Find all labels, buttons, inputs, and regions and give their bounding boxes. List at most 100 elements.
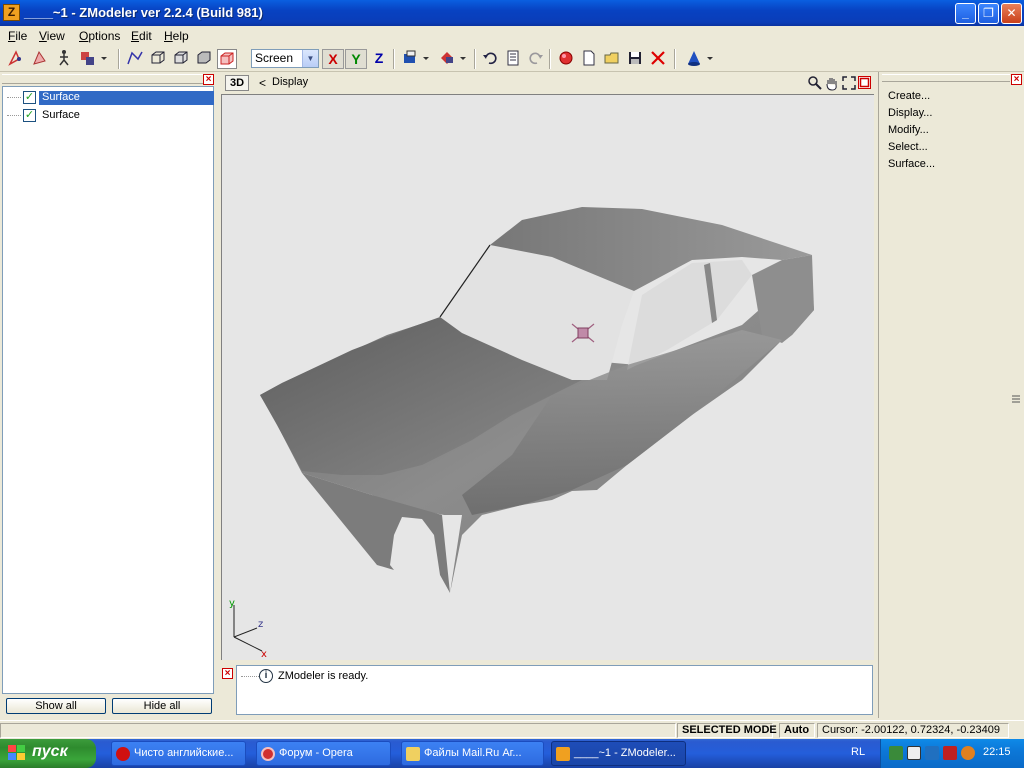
status-spacer xyxy=(0,723,676,738)
zoom-icon[interactable] xyxy=(807,75,823,91)
poly-line-icon[interactable] xyxy=(125,49,145,69)
panel-divider xyxy=(878,72,879,718)
objects-icon[interactable] xyxy=(78,49,98,69)
new-file-icon[interactable] xyxy=(579,49,599,69)
toolbar-separator xyxy=(393,49,395,69)
redo-icon[interactable] xyxy=(526,49,546,69)
box-icon[interactable] xyxy=(148,49,168,69)
pan-hand-icon[interactable] xyxy=(824,75,840,91)
zoom-extents-icon[interactable] xyxy=(841,75,857,91)
visibility-checkbox[interactable]: ✓ xyxy=(23,91,36,104)
volume-icon[interactable] xyxy=(961,746,975,760)
info-icon: i xyxy=(259,669,273,683)
toolbar-separator xyxy=(674,49,676,69)
walk-icon[interactable] xyxy=(54,49,74,69)
car-model-render[interactable]: y z x xyxy=(222,95,875,661)
cone-icon[interactable] xyxy=(684,49,704,69)
view-mode-button[interactable]: 3D xyxy=(225,75,249,91)
menu-help[interactable]: Help xyxy=(164,29,189,43)
title-bar: Z ____~1 - ZModeler ver 2.2.4 (Build 981… xyxy=(0,0,1024,26)
opera-icon xyxy=(116,747,130,761)
menu-edit[interactable]: Edit xyxy=(131,29,152,43)
axis-z-label: z xyxy=(258,619,263,630)
select-vertex-icon[interactable] xyxy=(6,49,26,69)
chevron-down-icon[interactable] xyxy=(457,49,469,69)
axis-y-toggle[interactable]: Y xyxy=(345,49,367,69)
save-icon[interactable] xyxy=(625,49,645,69)
delete-icon[interactable] xyxy=(648,49,668,69)
box-solid-icon[interactable] xyxy=(194,49,214,69)
nav-back-button[interactable]: < xyxy=(259,76,266,90)
splitter-grip-icon[interactable] xyxy=(1012,394,1020,403)
toolbar-separator xyxy=(474,49,476,69)
cr-icon[interactable] xyxy=(907,746,921,760)
tree-item[interactable]: ✓ Surface xyxy=(7,89,214,106)
tree-connector xyxy=(7,97,21,98)
axis-x-toggle[interactable]: X xyxy=(322,49,344,69)
tree-item[interactable]: ✓ Surface xyxy=(7,107,213,124)
start-label: пуск xyxy=(32,743,68,760)
maximize-viewport-icon[interactable] xyxy=(858,76,871,89)
close-log-icon[interactable]: × xyxy=(222,668,233,679)
task-button-active[interactable]: ____~1 - ZModeler... xyxy=(551,741,686,766)
menu-file[interactable]: File xyxy=(8,29,27,43)
task-button[interactable]: Форум - Opera xyxy=(256,741,391,766)
hide-all-button[interactable]: Hide all xyxy=(112,698,212,714)
create-menu-item[interactable]: Create... xyxy=(888,90,930,102)
panel-grip[interactable] xyxy=(2,74,214,84)
chevron-down-icon[interactable] xyxy=(98,49,110,69)
panel-grip[interactable] xyxy=(882,74,1010,82)
minimize-button[interactable]: _ xyxy=(955,3,976,24)
task-button[interactable]: Чисто английские... xyxy=(111,741,246,766)
antivirus-icon[interactable] xyxy=(943,746,957,760)
material-icon[interactable] xyxy=(437,49,457,69)
task-label: Файлы Mail.Ru Аг... xyxy=(424,747,522,759)
axis-x-label: x xyxy=(261,649,267,660)
tree-connector xyxy=(7,115,21,116)
box-highlight-icon[interactable] xyxy=(217,49,237,69)
select-menu-item[interactable]: Select... xyxy=(888,141,928,153)
menu-view[interactable]: View xyxy=(39,29,65,43)
3d-viewport[interactable]: y z x xyxy=(221,94,874,660)
chevron-down-icon[interactable] xyxy=(704,49,716,69)
open-icon[interactable] xyxy=(602,49,622,69)
log-panel[interactable]: i ZModeler is ready. xyxy=(236,665,873,715)
render-icon[interactable] xyxy=(556,49,576,69)
zmodeler-app-icon[interactable]: Z xyxy=(3,4,20,21)
close-button[interactable]: ✕ xyxy=(1001,3,1022,24)
tree-item-label: Surface xyxy=(39,91,214,105)
display-menu-item[interactable]: Display... xyxy=(888,107,932,119)
close-panel-icon[interactable]: × xyxy=(203,74,214,85)
chevron-down-icon[interactable]: ▼ xyxy=(302,50,318,67)
network-icon[interactable] xyxy=(889,746,903,760)
maximize-button[interactable]: ❐ xyxy=(978,3,999,24)
page-icon[interactable] xyxy=(503,49,523,69)
menu-options[interactable]: Options xyxy=(79,29,120,43)
task-label: ____~1 - ZModeler... xyxy=(574,747,676,759)
texture-icon[interactable] xyxy=(400,49,420,69)
viewport-title: Display xyxy=(272,76,309,88)
coord-mode-select[interactable]: Screen ▼ xyxy=(251,49,319,68)
object-tree[interactable]: ✓ Surface ✓ Surface xyxy=(2,86,214,694)
clock[interactable]: 22:15 xyxy=(983,746,1011,758)
surface-menu-item[interactable]: Surface... xyxy=(888,158,935,170)
axis-z-toggle[interactable]: Z xyxy=(368,49,390,69)
language-indicator[interactable]: RL xyxy=(851,746,865,758)
undo-icon[interactable] xyxy=(480,49,500,69)
tree-connector xyxy=(241,676,259,677)
chevron-down-icon[interactable] xyxy=(420,49,432,69)
safely-remove-icon[interactable] xyxy=(925,746,939,760)
folder-icon xyxy=(406,747,420,761)
modify-menu-item[interactable]: Modify... xyxy=(888,124,929,136)
show-all-button[interactable]: Show all xyxy=(6,698,106,714)
task-button[interactable]: Файлы Mail.Ru Аг... xyxy=(401,741,544,766)
opera-icon xyxy=(261,747,275,761)
start-button[interactable]: пуск xyxy=(0,739,96,768)
select-face-icon[interactable] xyxy=(30,49,50,69)
task-label: Форум - Opera xyxy=(279,747,353,759)
toolbar-separator xyxy=(549,49,551,69)
close-panel-icon[interactable]: × xyxy=(1011,74,1022,85)
visibility-checkbox[interactable]: ✓ xyxy=(23,109,36,122)
zmodeler-icon xyxy=(556,747,570,761)
box-frame-icon[interactable] xyxy=(171,49,191,69)
